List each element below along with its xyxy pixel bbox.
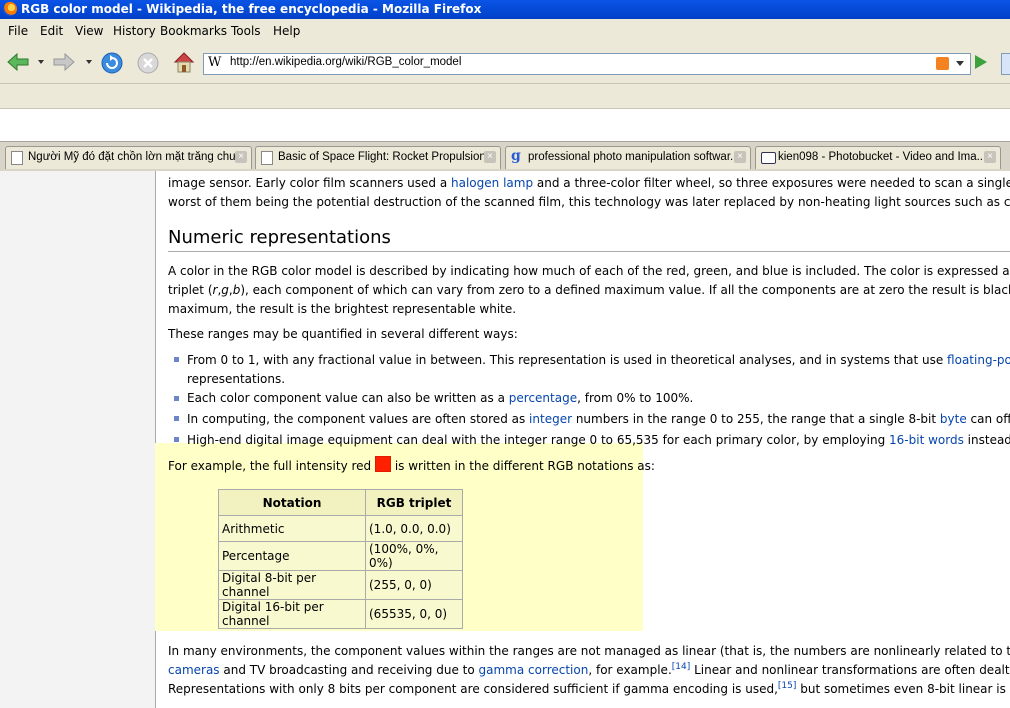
table-cell: Percentage xyxy=(218,541,366,571)
bullet-marker xyxy=(174,357,179,362)
close-icon[interactable]: × xyxy=(484,151,496,163)
link-cameras[interactable]: cameras xyxy=(168,663,220,677)
back-history-dropdown[interactable] xyxy=(38,60,44,64)
paragraph-line: image sensor. Early color film scanners … xyxy=(168,176,1010,190)
table-cell: Arithmetic xyxy=(218,515,366,542)
menu-file[interactable]: File xyxy=(8,24,28,38)
rgb-notation-table: Notation RGB triplet Arithmetic (1.0, 0.… xyxy=(218,489,463,629)
link-byte[interactable]: byte xyxy=(940,412,967,426)
list-item: High-end digital image equipment can dea… xyxy=(187,433,1010,447)
link-16-bit-words[interactable]: 16-bit words xyxy=(889,433,964,447)
tab-label: kien098 - Photobucket - Video and Ima... xyxy=(778,151,987,163)
menu-help[interactable]: Help xyxy=(273,24,300,38)
table-row: Digital 16-bit per channel (65535, 0, 0) xyxy=(218,599,463,629)
column-header: Notation xyxy=(218,489,366,516)
tab-label: Người Mỹ đó đặt chồn lờn mặt trăng chư..… xyxy=(28,151,247,163)
page-content: image sensor. Early color film scanners … xyxy=(0,171,1010,708)
bullet-marker xyxy=(174,396,179,401)
paragraph-line: worst of them being the potential destru… xyxy=(168,195,1010,209)
page-icon xyxy=(261,151,273,165)
forward-history-dropdown[interactable] xyxy=(86,60,92,64)
back-arrow-icon[interactable] xyxy=(6,51,30,73)
photobucket-icon xyxy=(761,152,776,164)
table-cell: (255, 0, 0) xyxy=(365,570,463,600)
tab-4[interactable]: kien098 - Photobucket - Video and Ima...… xyxy=(755,146,1001,169)
search-box-edge[interactable] xyxy=(1001,53,1010,75)
rss-feed-icon[interactable] xyxy=(936,57,949,70)
tab-label: professional photo manipulation softwar.… xyxy=(528,151,740,163)
link-gamma-correction[interactable]: gamma correction xyxy=(479,663,589,677)
menu-history[interactable]: History xyxy=(113,24,156,38)
menu-view[interactable]: View xyxy=(75,24,103,38)
link-percentage[interactable]: percentage xyxy=(509,391,577,405)
citation-14[interactable]: [14] xyxy=(672,662,690,672)
close-icon[interactable]: × xyxy=(984,151,996,163)
heading-rule xyxy=(168,251,1010,252)
section-heading: Numeric representations xyxy=(168,227,391,248)
sidebar-column xyxy=(0,171,156,708)
tab-strip: Người Mỹ đó đặt chồn lờn mặt trăng chư..… xyxy=(0,141,1010,172)
paragraph-line: These ranges may be quantified in severa… xyxy=(168,327,518,341)
tab-2[interactable]: Basic of Space Flight: Rocket Propulsion… xyxy=(255,146,501,169)
paragraph-line: cameras and TV broadcasting and receivin… xyxy=(168,662,1010,678)
red-color-swatch xyxy=(375,456,391,472)
bullet-marker xyxy=(174,416,179,421)
link-halogen-lamp[interactable]: halogen lamp xyxy=(451,176,533,190)
window-title-bar: RGB color model - Wikipedia, the free en… xyxy=(0,0,1010,19)
window-title: RGB color model - Wikipedia, the free en… xyxy=(21,2,482,16)
link-floating-point[interactable]: floating-point xyxy=(947,353,1010,367)
table-row: Percentage (100%, 0%, 0%) xyxy=(218,541,463,571)
table-header-row: Notation RGB triplet xyxy=(218,489,463,516)
go-arrow-icon[interactable] xyxy=(975,55,987,69)
url-input[interactable] xyxy=(230,56,930,68)
stop-icon[interactable] xyxy=(136,51,160,75)
citation-15[interactable]: [15] xyxy=(778,681,796,691)
table-cell: Digital 16-bit per channel xyxy=(218,599,366,629)
example-line: For example, the full intensity red is w… xyxy=(168,456,655,473)
bullet-marker xyxy=(174,437,179,442)
column-header: RGB triplet xyxy=(365,489,463,516)
table-cell: (100%, 0%, 0%) xyxy=(365,541,463,571)
menu-bookmarks[interactable]: Bookmarks xyxy=(160,24,227,38)
toolbar-spacer xyxy=(0,109,1010,141)
close-icon[interactable]: × xyxy=(235,151,247,163)
tab-1[interactable]: Người Mỹ đó đặt chồn lờn mặt trăng chư..… xyxy=(5,146,252,169)
reload-icon[interactable] xyxy=(100,51,124,75)
menu-bar: File Edit View History Bookmarks Tools H… xyxy=(0,19,1010,44)
list-item: From 0 to 1, with any fractional value i… xyxy=(187,353,1010,367)
page-icon xyxy=(11,151,23,165)
table-row: Arithmetic (1.0, 0.0, 0.0) xyxy=(218,515,463,542)
address-bar[interactable]: W xyxy=(203,53,971,75)
google-icon: g xyxy=(511,148,521,164)
list-item-continuation: representations. xyxy=(187,372,286,386)
firefox-icon xyxy=(3,2,17,16)
url-dropdown-icon[interactable] xyxy=(956,61,964,66)
forward-arrow-icon[interactable] xyxy=(52,51,76,73)
paragraph-line: maximum, the result is the brightest rep… xyxy=(168,302,517,316)
tab-3[interactable]: g professional photo manipulation softwa… xyxy=(505,146,751,169)
paragraph-line: triplet (r,g,b), each component of which… xyxy=(168,283,1010,297)
paragraph-line: A color in the RGB color model is descri… xyxy=(168,264,1010,278)
table-cell: (65535, 0, 0) xyxy=(365,599,463,629)
close-icon[interactable]: × xyxy=(734,151,746,163)
table-row: Digital 8-bit per channel (255, 0, 0) xyxy=(218,570,463,600)
home-icon[interactable] xyxy=(172,50,196,74)
wikipedia-site-icon: W xyxy=(208,55,222,70)
paragraph-line: In many environments, the component valu… xyxy=(168,644,1010,658)
menu-tools[interactable]: Tools xyxy=(231,24,261,38)
paragraph-line: Representations with only 8 bits per com… xyxy=(168,681,1010,697)
table-cell: (1.0, 0.0, 0.0) xyxy=(365,515,463,542)
tab-label: Basic of Space Flight: Rocket Propulsion xyxy=(278,151,486,163)
table-cell: Digital 8-bit per channel xyxy=(218,570,366,600)
bookmarks-toolbar xyxy=(0,84,1010,109)
list-item: Each color component value can also be w… xyxy=(187,391,694,405)
list-item: In computing, the component values are o… xyxy=(187,412,1010,426)
navigation-toolbar: W xyxy=(0,43,1010,84)
menu-edit[interactable]: Edit xyxy=(40,24,63,38)
link-integer[interactable]: integer xyxy=(529,412,572,426)
